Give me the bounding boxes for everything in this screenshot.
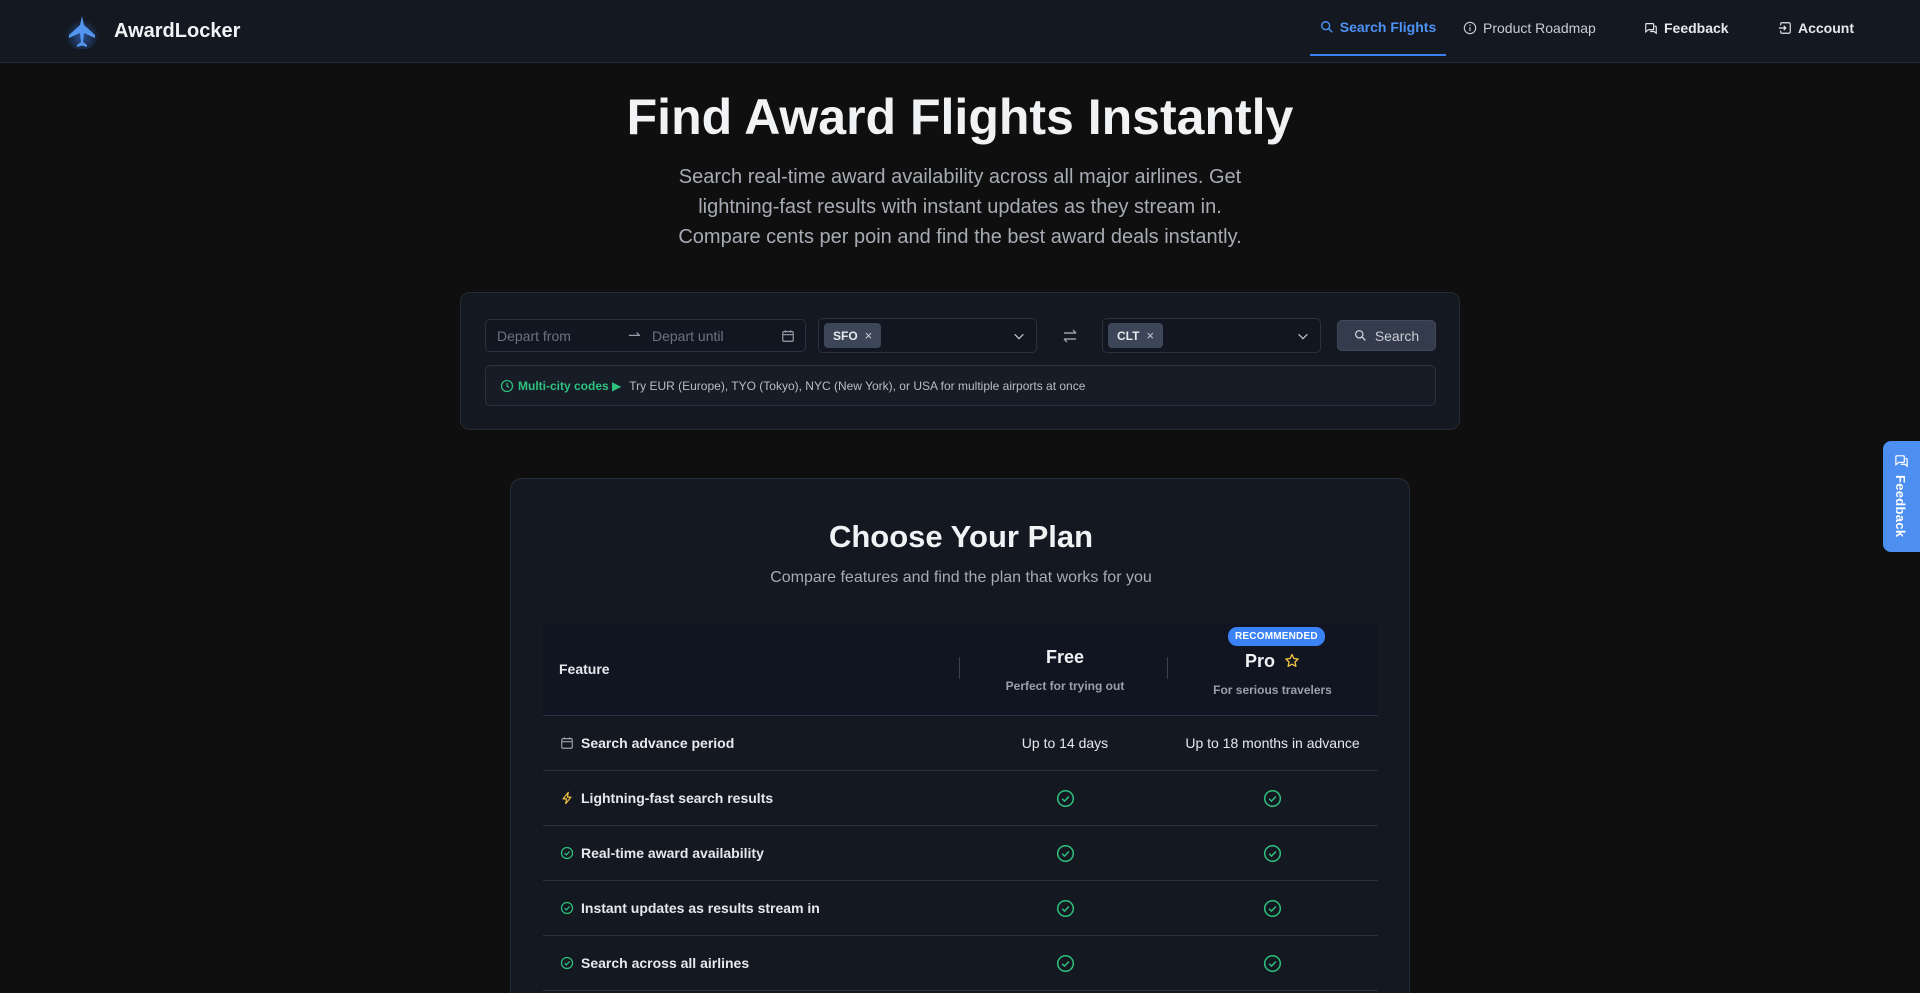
pro-plan-value: Up to 18 months in advance — [1185, 735, 1360, 751]
plane-logo-icon — [65, 16, 99, 49]
feature-name: Search across all airlines — [581, 955, 750, 971]
nav-search-flights-label: Search Flights — [1339, 19, 1437, 35]
check-circle-icon — [560, 901, 574, 915]
feature-name: Lightning-fast search results — [581, 790, 774, 806]
nav-search-flights[interactable]: Search Flights — [1310, 0, 1446, 56]
brand-logo[interactable]: AwardLocker — [64, 13, 240, 49]
origin-select[interactable]: SFO × — [818, 318, 1037, 353]
multi-city-tip[interactable]: Multi-city codes ▶ Try EUR (Europe), TYO… — [485, 365, 1436, 406]
plan-feature-row: Search across all airlines — [543, 936, 1378, 991]
free-plan-value: Up to 14 days — [1021, 735, 1109, 751]
plan-title: Choose Your Plan — [828, 519, 1094, 554]
plan-table-header: Feature Free Perfect for trying out RECO… — [543, 623, 1378, 716]
pro-plan-description: For serious travelers — [1213, 683, 1332, 697]
check-circle-icon — [560, 846, 574, 860]
destination-select[interactable]: CLT × — [1102, 318, 1321, 353]
plan-subtitle: Compare features and find the plan that … — [770, 569, 1152, 586]
feedback-side-tab-label: Feedback — [1893, 475, 1908, 538]
free-check-icon — [1056, 954, 1074, 973]
chat-bubbles-icon — [1895, 455, 1908, 468]
search-card: Depart from ⇀ Depart until SFO × CLT × S… — [460, 292, 1460, 430]
plan-feature-row: Instant updates as results stream in — [543, 881, 1378, 936]
destination-tag-label: CLT — [1117, 328, 1140, 343]
plan-feature-row: Lightning-fast search results — [543, 771, 1378, 826]
depart-from-input[interactable]: Depart from — [497, 328, 571, 344]
calendar-icon — [561, 737, 573, 749]
hero-subtitle-line: Search real-time award availability acro… — [678, 166, 1242, 188]
pro-check-icon — [1263, 954, 1282, 973]
pro-plan-name-row: Pro — [1167, 651, 1378, 672]
search-button[interactable]: Search — [1337, 320, 1436, 351]
search-button-label: Search — [1374, 327, 1420, 344]
login-icon — [1778, 22, 1791, 34]
free-check-icon — [1056, 899, 1074, 918]
pro-check-icon — [1263, 789, 1282, 808]
multi-city-tip-lead: Multi-city codes ▶ — [518, 378, 622, 393]
pro-check-icon — [1263, 899, 1282, 918]
free-check-icon — [1056, 844, 1074, 863]
nav-account[interactable]: Account — [1778, 0, 1854, 56]
free-plan-description: Perfect for trying out — [1005, 679, 1125, 693]
info-icon — [1463, 21, 1477, 35]
top-nav: AwardLocker Search Flights Product Roadm… — [0, 0, 1920, 63]
nav-feedback[interactable]: Feedback — [1644, 0, 1729, 56]
chat-bubbles-icon — [1645, 23, 1657, 35]
nav-account-label: Account — [1798, 20, 1854, 36]
remove-tag-icon[interactable]: × — [1146, 328, 1154, 343]
feature-name: Search advance period — [581, 735, 735, 751]
pro-plan-name: Pro — [1244, 651, 1275, 671]
destination-tag: CLT × — [1108, 323, 1164, 348]
search-icon — [1354, 329, 1366, 341]
feature-name: Instant updates as results stream in — [581, 900, 820, 916]
hero-subtitle: Search real-time award availability acro… — [660, 162, 1260, 252]
date-range-picker[interactable]: Depart from ⇀ Depart until — [485, 319, 806, 352]
feedback-side-tab[interactable]: Feedback — [1883, 441, 1920, 552]
free-plan-header: Free Perfect for trying out — [979, 647, 1151, 693]
calendar-icon[interactable] — [781, 329, 795, 343]
feature-column-header: Feature — [559, 661, 610, 677]
hero-subtitle-line: lightning-fast results with instant upda… — [698, 196, 1222, 218]
brand-name: AwardLocker — [114, 19, 241, 42]
plan-comparison-card: Choose Your Plan Compare features and fi… — [510, 478, 1410, 993]
origin-tag-label: SFO — [833, 328, 858, 343]
recommended-badge: RECOMMENDED — [1228, 627, 1325, 646]
chevron-down-icon[interactable] — [1296, 329, 1310, 343]
origin-tag: SFO × — [824, 323, 882, 348]
star-icon — [1285, 653, 1299, 667]
swap-icon[interactable] — [1061, 327, 1079, 345]
plan-feature-row: Search advance period Up to 14 days Up to … — [543, 716, 1378, 771]
pro-plan-header: Pro For serious travelers — [1167, 651, 1378, 697]
nav-product-roadmap[interactable]: Product Roadmap — [1463, 0, 1596, 56]
hero-title: Find Award Flights Instantly — [626, 89, 1294, 145]
feature-name: Real-time award availability — [581, 845, 764, 861]
nav-feedback-label: Feedback — [1664, 20, 1729, 36]
search-icon — [1320, 21, 1333, 33]
depart-until-input[interactable]: Depart until — [652, 328, 724, 344]
free-plan-name: Free — [1045, 647, 1085, 667]
arrow-right-icon: ⇀ — [628, 327, 641, 344]
hero-subtitle-line: Compare cents per poin and find the best… — [678, 226, 1242, 248]
free-check-icon — [1056, 789, 1074, 808]
clock-icon — [500, 379, 514, 392]
plan-feature-row: Real-time award availability — [543, 826, 1378, 881]
multi-city-tip-text: Try EUR (Europe), TYO (Tokyo), NYC (New … — [629, 378, 1086, 393]
remove-tag-icon[interactable]: × — [865, 328, 873, 343]
nav-product-roadmap-label: Product Roadmap — [1483, 20, 1596, 36]
chevron-down-icon[interactable] — [1012, 329, 1026, 343]
lightning-icon — [562, 791, 572, 805]
column-divider — [959, 657, 960, 679]
check-circle-icon — [560, 956, 574, 970]
pro-check-icon — [1263, 844, 1282, 863]
